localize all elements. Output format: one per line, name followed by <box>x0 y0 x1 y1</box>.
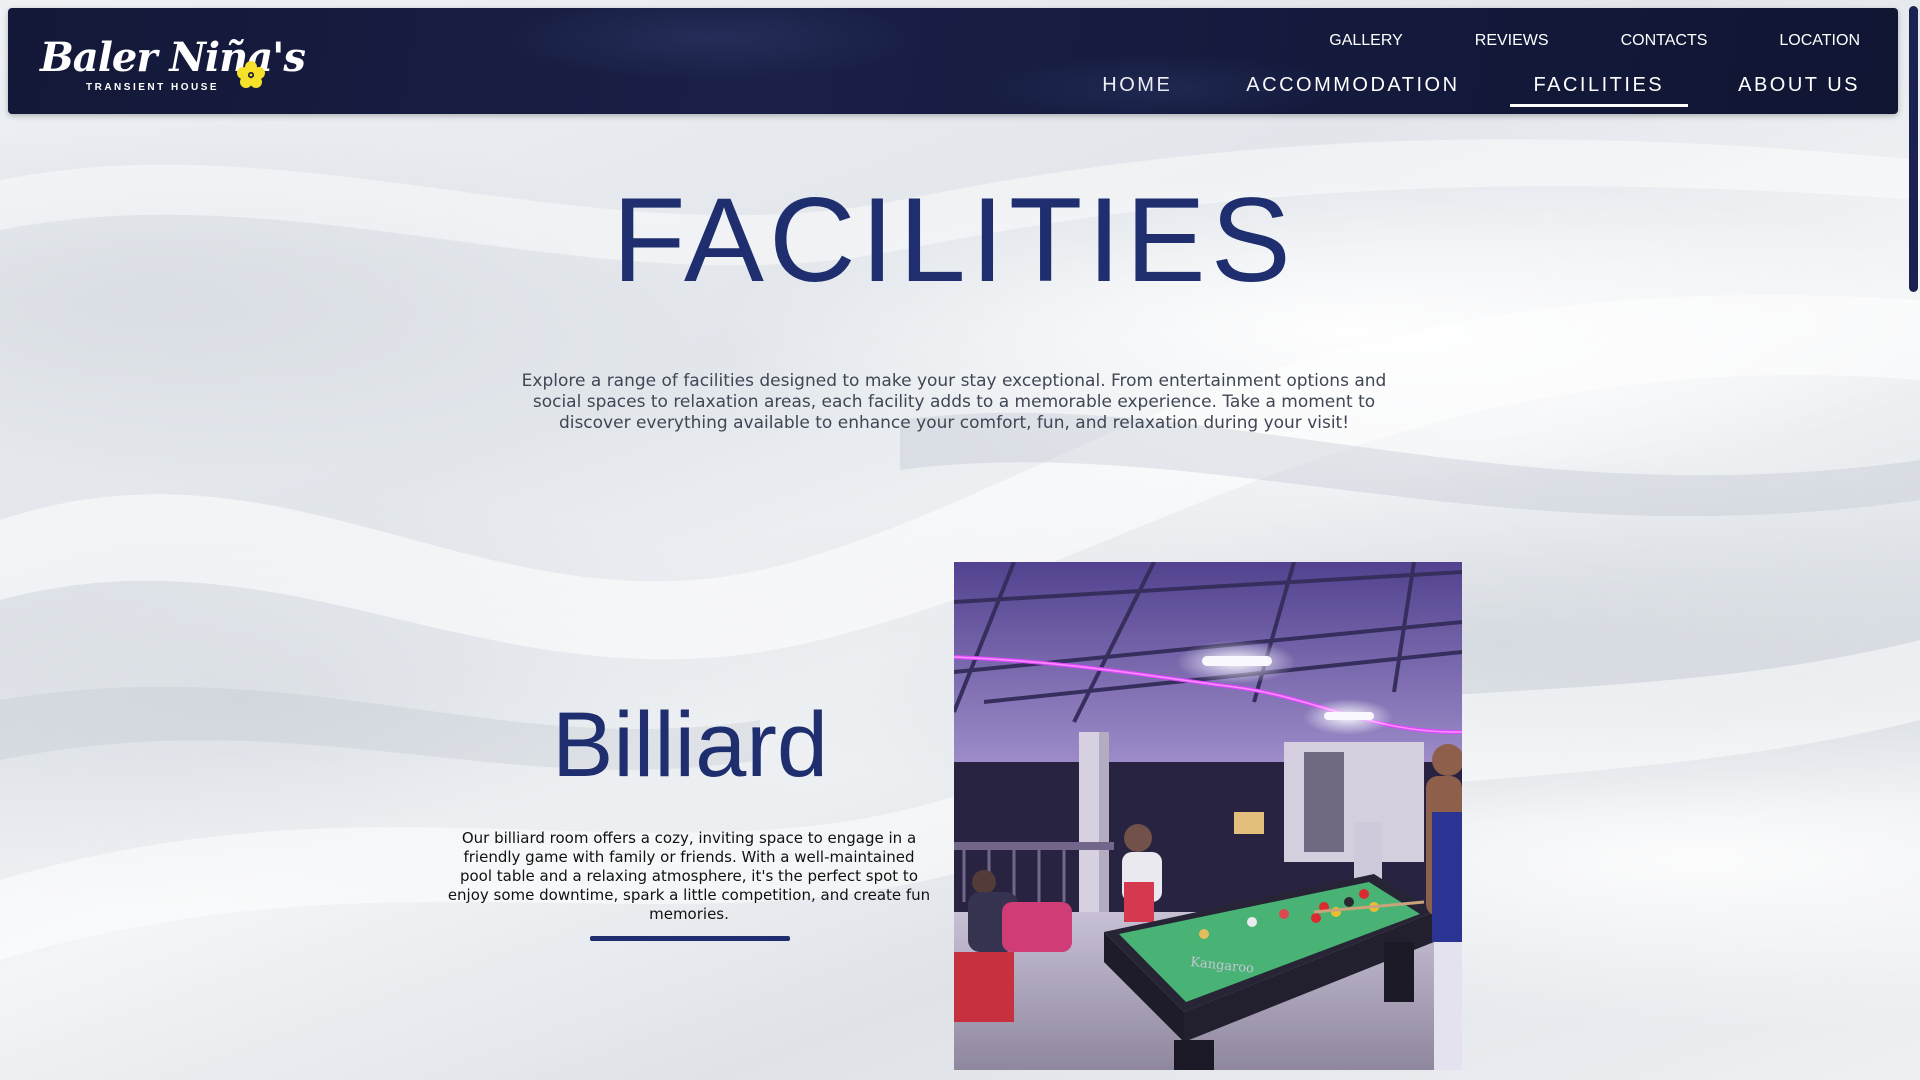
nav-facilities[interactable]: FACILITIES <box>1509 74 1688 107</box>
nav-home[interactable]: HOME <box>1102 74 1172 105</box>
flower-icon <box>237 61 265 88</box>
main-nav: HOME ACCOMMODATION FACILITIES ABOUT US <box>1052 74 1860 107</box>
scrollbar-thumb[interactable] <box>1909 6 1918 292</box>
nav-contacts[interactable]: CONTACTS <box>1621 32 1708 50</box>
facility-description: Our billiard room offers a cozy, invitin… <box>447 829 931 923</box>
billiard-scene-image: Kangaroo <box>954 562 1462 1070</box>
brand-logo[interactable]: Baler Niña's TRANSIENT HOUSE <box>40 30 306 100</box>
top-nav: GALLERY REVIEWS CONTACTS LOCATION <box>1257 32 1860 50</box>
nav-gallery[interactable]: GALLERY <box>1329 32 1403 50</box>
brand-tagline: TRANSIENT HOUSE <box>86 82 220 93</box>
nav-reviews[interactable]: REVIEWS <box>1475 32 1549 50</box>
nav-accommodation[interactable]: ACCOMMODATION <box>1246 74 1459 105</box>
facility-divider <box>590 936 790 941</box>
page-scrollbar[interactable] <box>1908 0 1920 1080</box>
page-intro: Explore a range of facilities designed t… <box>521 371 1387 433</box>
billiard-photo: Kangaroo <box>954 562 1462 1070</box>
nav-location[interactable]: LOCATION <box>1779 32 1860 50</box>
site-header: Baler Niña's TRANSIENT HOUSE GALLERY REV… <box>8 8 1898 114</box>
nav-about-us[interactable]: ABOUT US <box>1738 74 1860 105</box>
page-title: FACILITIES <box>612 173 1296 307</box>
facility-title: Billiard <box>551 694 829 796</box>
